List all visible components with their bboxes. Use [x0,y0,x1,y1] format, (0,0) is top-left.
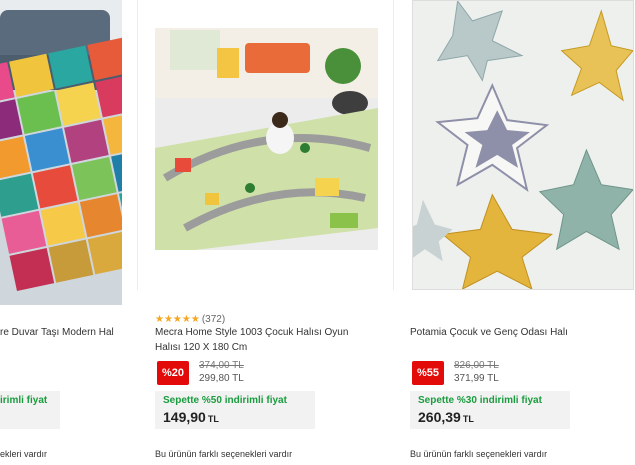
product-card-2[interactable]: ★★★★★ (372) Mecra Home Style 1003 Çocuk … [155,0,380,465]
basket-discount-text-1: irimli fiyat [0,395,48,406]
product-title-line-2: Halısı 120 X 180 Cm [155,342,248,353]
basket-price-currency-3: TL [462,414,474,424]
card-divider [137,0,138,290]
product-card-1[interactable]: re Duvar Taşı Modern Hal irimli fiyat ek… [0,0,122,465]
basket-price-3: 260,39 TL [418,409,474,425]
rating-stars-icon: ★★★★★ [155,314,200,325]
basket-discount-box-2: Sepette %50 indirimli fiyat 149,90 TL [155,391,315,429]
product-image-1[interactable] [0,0,122,305]
old-price-2: 374,00 TL [199,360,244,371]
basket-discount-text-2: Sepette %50 indirimli fiyat [163,395,287,406]
basket-price-value-3: 260,39 [418,409,461,425]
basket-discount-box-3: Sepette %30 indirimli fiyat 260,39 TL [410,391,570,429]
basket-price-2: 149,90 TL [163,409,219,425]
product-image-3[interactable] [412,0,634,290]
rating-count: (372) [201,314,226,325]
product-rating-2: ★★★★★ (372) [155,314,225,325]
variants-note-2: Bu ürünün farklı seçenekleri vardır [155,449,293,459]
discount-badge-2: %20 [157,361,189,385]
variants-note-3: Bu ürünün farklı seçenekleri vardır [410,449,548,459]
new-price-3: 371,99 TL [454,373,499,384]
card-divider [393,0,394,290]
product-title-line-1: Mecra Home Style 1003 Çocuk Halısı Oyun [155,327,349,338]
basket-discount-text-3: Sepette %30 indirimli fiyat [418,395,542,406]
product-title-1[interactable]: re Duvar Taşı Modern Hal [0,325,114,340]
new-price-2: 299,80 TL [199,373,244,384]
product-title-3[interactable]: Potamia Çocuk ve Genç Odası Halı [410,325,568,340]
variants-note-1: ekleri vardır [0,449,48,459]
old-price-3: 826,00 TL [454,360,499,371]
product-card-3[interactable]: Potamia Çocuk ve Genç Odası Halı %55 826… [410,0,635,465]
discount-badge-3: %55 [412,361,444,385]
basket-price-currency-2: TL [207,414,219,424]
basket-price-value-2: 149,90 [163,409,206,425]
product-image-2[interactable] [155,28,378,250]
basket-discount-box-1: irimli fiyat [0,391,60,429]
product-title-2[interactable]: Mecra Home Style 1003 Çocuk Halısı Oyun … [155,325,380,355]
